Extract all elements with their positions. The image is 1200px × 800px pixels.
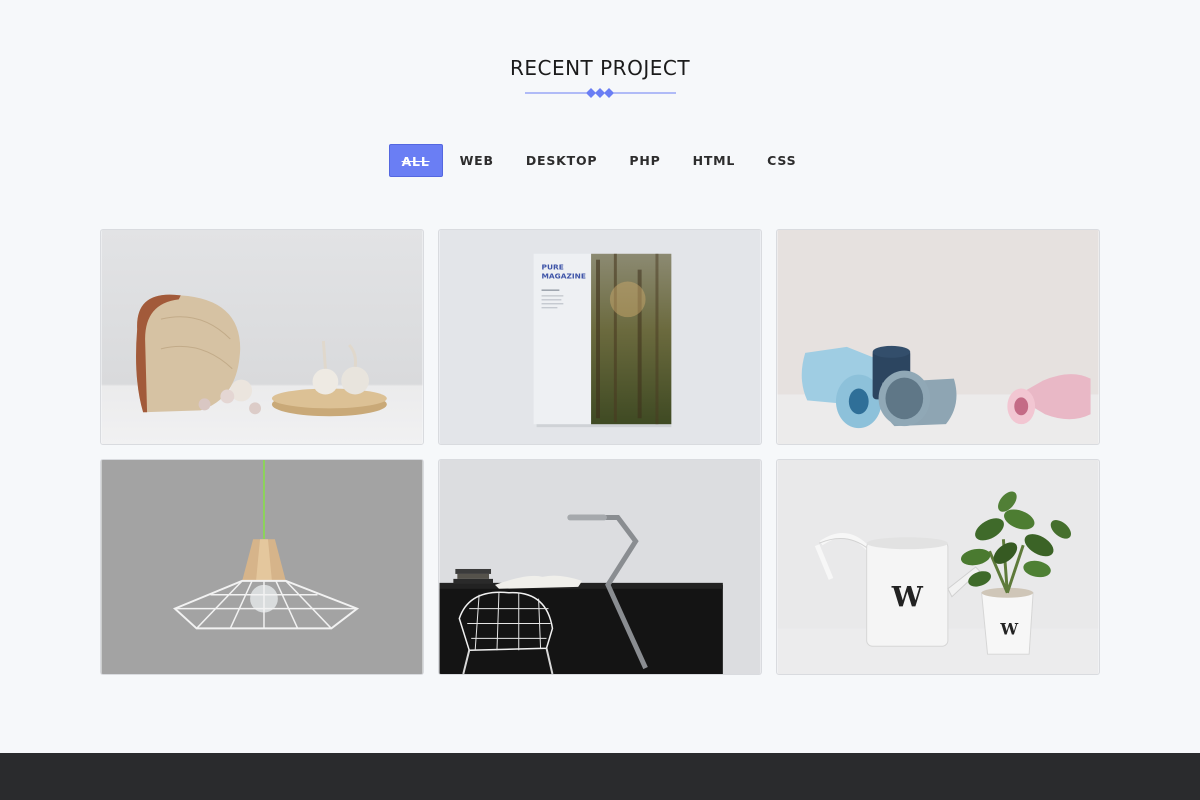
section-title: RECENT PROJECT [509, 56, 691, 80]
project-gallery: PURE MAGAZINE W W [100, 229, 1101, 676]
project-tile[interactable]: W W [776, 459, 1100, 675]
pendant-lamp-image [101, 460, 423, 674]
filter-css[interactable]: CSS [752, 144, 811, 177]
project-tile[interactable] [776, 229, 1100, 445]
divider-diamond-icon [586, 88, 596, 98]
project-tile[interactable] [100, 229, 424, 445]
watering-can-logo: W [891, 581, 924, 614]
magazine-cover-subtitle: MAGAZINE [542, 272, 586, 281]
filter-all[interactable]: ALL [388, 144, 443, 177]
filter-php[interactable]: PHP [614, 144, 675, 177]
divider-diamond-icon [595, 88, 605, 98]
divider-diamond-icon [604, 88, 614, 98]
project-tile[interactable] [438, 459, 762, 675]
magazine-image: PURE MAGAZINE [439, 230, 761, 444]
filter-bar: ALL WEB DESKTOP PHP HTML CSS [0, 144, 1200, 177]
garlic-board-image [101, 230, 423, 444]
magazine-cover-title: PURE [542, 263, 564, 272]
filter-desktop[interactable]: DESKTOP [511, 144, 613, 177]
desk-workspace-image [439, 460, 761, 674]
title-divider [525, 88, 676, 98]
plant-pot-logo: W [999, 619, 1018, 638]
watering-can-image: W W [777, 460, 1099, 674]
filter-web[interactable]: WEB [445, 144, 509, 177]
ceramic-pots-image [777, 230, 1099, 444]
footer [0, 753, 1200, 800]
filter-html[interactable]: HTML [678, 144, 751, 177]
project-tile[interactable] [100, 459, 424, 675]
project-tile[interactable]: PURE MAGAZINE [438, 229, 762, 445]
